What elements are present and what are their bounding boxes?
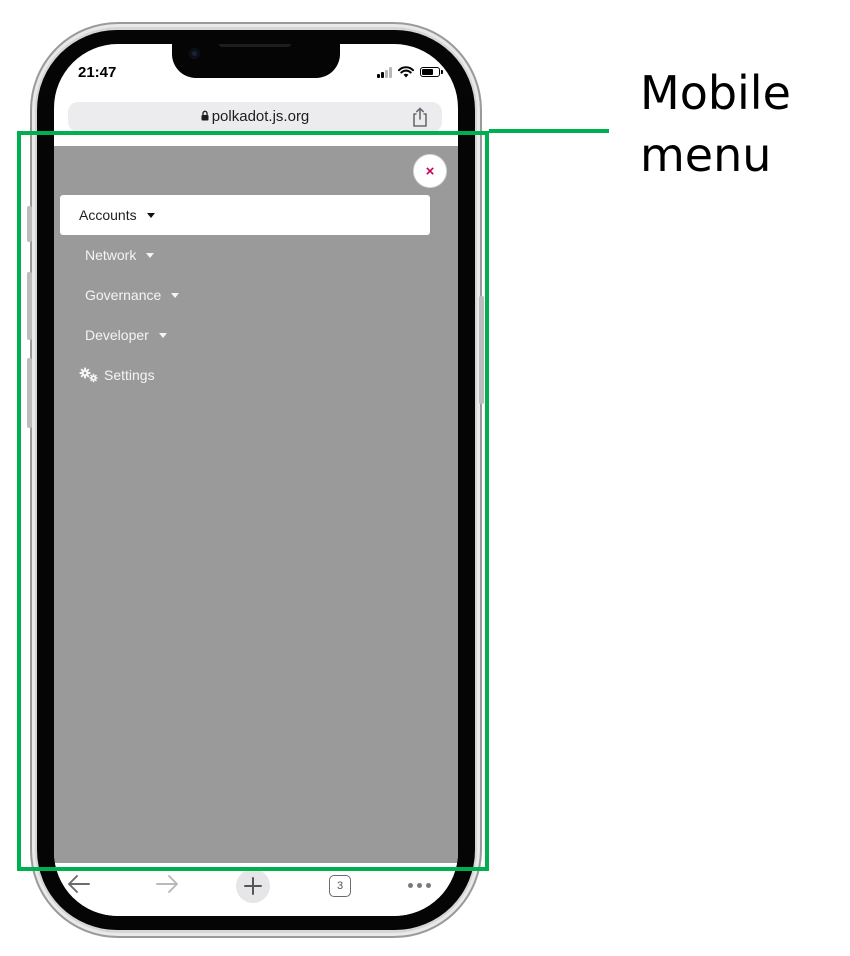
cellular-signal-icon <box>377 66 392 78</box>
caret-down-icon <box>146 212 155 218</box>
menu-item-network[interactable]: Network <box>85 246 155 264</box>
close-menu-button[interactable]: × <box>413 154 447 188</box>
back-arrow-icon[interactable] <box>66 869 92 899</box>
new-tab-button[interactable] <box>236 869 270 903</box>
earpiece-speaker <box>219 44 291 47</box>
menu-item-settings[interactable]: Settings <box>79 366 155 384</box>
gears-icon <box>79 367 98 383</box>
address-bar-url: polkadot.js.org <box>68 108 442 125</box>
phone-volume-down <box>27 358 32 428</box>
more-dots-icon[interactable] <box>408 883 431 888</box>
menu-item-label: Governance <box>85 287 162 303</box>
annotation-label: Mobile menu <box>640 66 791 182</box>
menu-item-label: Accounts <box>79 207 137 223</box>
phone-notch <box>172 44 340 78</box>
close-icon: × <box>425 162 435 180</box>
phone-mute-switch <box>27 206 32 242</box>
phone-volume-up <box>27 272 32 340</box>
share-icon[interactable] <box>410 106 430 128</box>
front-camera <box>189 48 200 59</box>
callout-line <box>489 129 609 133</box>
phone-screen: 21:47 polkadot.js.org × Accounts Network… <box>54 44 458 916</box>
phone-power-button <box>479 296 484 404</box>
caret-down-icon <box>171 292 180 298</box>
address-bar[interactable]: polkadot.js.org <box>68 102 442 132</box>
wifi-icon <box>398 66 414 78</box>
status-icons <box>377 66 443 78</box>
menu-item-label: Settings <box>104 367 155 383</box>
screenshot-stage: 21:47 polkadot.js.org × Accounts Network… <box>0 0 850 956</box>
caret-down-icon <box>146 252 155 258</box>
tabs-button[interactable]: 3 <box>329 875 351 897</box>
browser-toolbar: 3 <box>54 863 458 916</box>
menu-item-label: Developer <box>85 327 149 343</box>
status-time: 21:47 <box>78 64 117 81</box>
battery-icon <box>420 67 443 77</box>
url-text: polkadot.js.org <box>211 108 310 125</box>
caret-down-icon <box>158 332 167 338</box>
lock-icon <box>201 110 209 121</box>
menu-item-label: Network <box>85 247 137 263</box>
menu-item-accounts[interactable]: Accounts <box>60 195 430 235</box>
mobile-menu: × Accounts Network Governance Developer <box>54 146 458 863</box>
menu-item-governance[interactable]: Governance <box>85 286 180 304</box>
forward-arrow-icon[interactable] <box>154 869 180 899</box>
plus-icon <box>244 877 262 895</box>
tab-count: 3 <box>336 880 344 892</box>
menu-item-developer[interactable]: Developer <box>85 326 167 344</box>
